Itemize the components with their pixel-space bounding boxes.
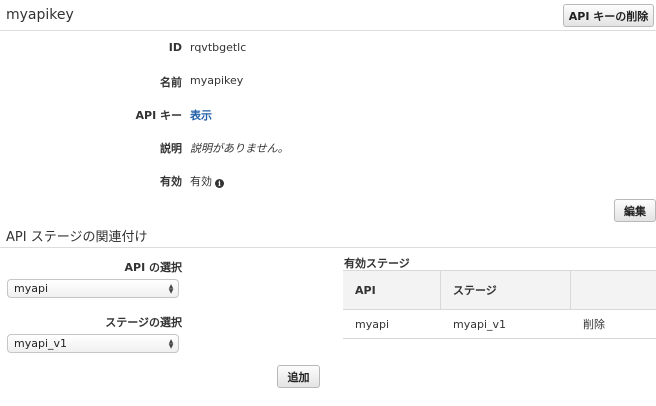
id-value: rqvtbgetlc	[190, 41, 247, 54]
remove-stage-link[interactable]: 削除	[571, 310, 656, 338]
column-header-api: API	[343, 271, 441, 309]
column-header-stage: ステージ	[441, 271, 571, 309]
select-arrows-icon: ▲ ▼	[168, 282, 174, 295]
enabled-value-wrapper: 有効 i	[190, 173, 224, 189]
stage-select-label: ステージの選択	[105, 316, 182, 329]
info-icon[interactable]: i	[215, 179, 224, 188]
name-value: myapikey	[190, 74, 244, 87]
api-select-label: API の選択	[124, 261, 183, 274]
stage-select-value: myapi_v1	[14, 337, 68, 350]
table-header: API ステージ	[343, 271, 656, 310]
enabled-label: 有効	[160, 175, 182, 188]
description-label: 説明	[160, 142, 182, 155]
cell-stage: myapi_v1	[453, 317, 507, 331]
edit-button[interactable]: 編集	[614, 199, 656, 222]
delete-api-key-button[interactable]: API キーの削除	[563, 4, 654, 27]
column-header-action	[571, 271, 656, 309]
table-row: myapi myapi_v1 削除	[343, 310, 656, 338]
id-label: ID	[168, 41, 182, 54]
add-button[interactable]: 追加	[277, 365, 320, 388]
cell-api: myapi	[355, 317, 390, 331]
active-stages-label: 有効ステージ	[344, 257, 410, 270]
section-divider	[0, 247, 656, 248]
description-value: 説明がありません。	[190, 142, 289, 155]
page-title: myapikey	[6, 7, 74, 23]
api-select-value: myapi	[14, 282, 49, 295]
api-select[interactable]: myapi ▲ ▼	[7, 279, 179, 298]
stage-section-title: API ステージの関連付け	[6, 230, 148, 245]
select-arrows-icon: ▲ ▼	[168, 337, 174, 350]
active-stages-table: API ステージ myapi myapi_v1 削除	[343, 270, 656, 339]
header-divider	[0, 30, 656, 31]
name-label: 名前	[160, 76, 182, 89]
show-api-key-link[interactable]: 表示	[190, 107, 212, 123]
api-key-label: API キー	[135, 109, 183, 122]
stage-select[interactable]: myapi_v1 ▲ ▼	[7, 334, 179, 353]
enabled-value: 有効	[190, 175, 212, 188]
